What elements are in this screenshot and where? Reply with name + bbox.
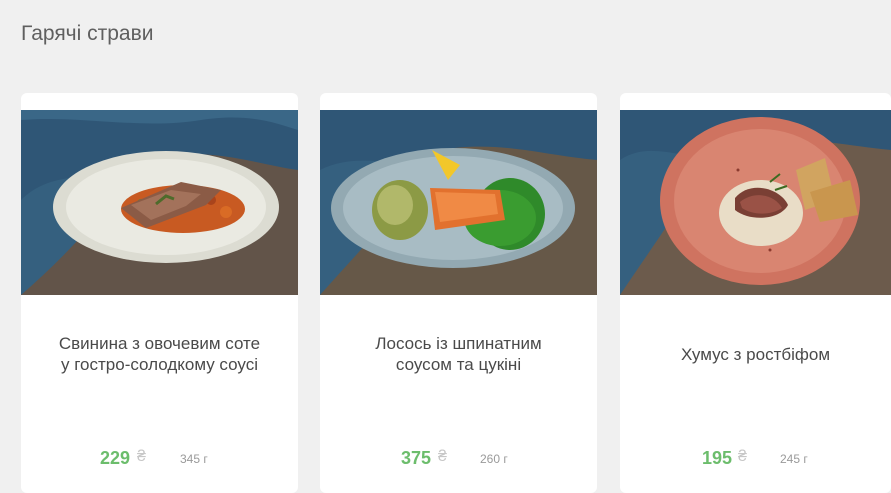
product-card[interactable]: Хумус з ростбіфом 195 ₴ 245 г: [620, 93, 891, 493]
section-title: Гарячі страви: [21, 22, 154, 45]
product-image[interactable]: [320, 110, 597, 295]
currency-icon: ₴: [738, 448, 747, 465]
currency-icon: ₴: [438, 448, 447, 465]
price-value: 375: [401, 448, 432, 468]
product-name[interactable]: Свинина з овочевим соте у гостро-солодко…: [31, 333, 288, 375]
product-name[interactable]: Лосось із шпинатним соусом та цукіні: [330, 333, 587, 375]
product-image[interactable]: [620, 110, 891, 295]
price-value: 229: [100, 448, 131, 468]
price-value: 195: [702, 448, 733, 468]
product-name[interactable]: Хумус з ростбіфом: [630, 344, 881, 365]
product-card[interactable]: Лосось із шпинатним соусом та цукіні 375…: [320, 93, 597, 493]
weight-label: 345 г: [180, 452, 208, 466]
weight-label: 245 г: [780, 452, 808, 466]
price-row: 375 ₴ 260 г: [320, 448, 597, 472]
product-image[interactable]: [21, 110, 298, 295]
price-row: 229 ₴ 345 г: [21, 448, 298, 472]
price-row: 195 ₴ 245 г: [620, 448, 891, 472]
product-card[interactable]: Свинина з овочевим соте у гостро-солодко…: [21, 93, 298, 493]
currency-icon: ₴: [137, 448, 146, 465]
weight-label: 260 г: [480, 452, 508, 466]
